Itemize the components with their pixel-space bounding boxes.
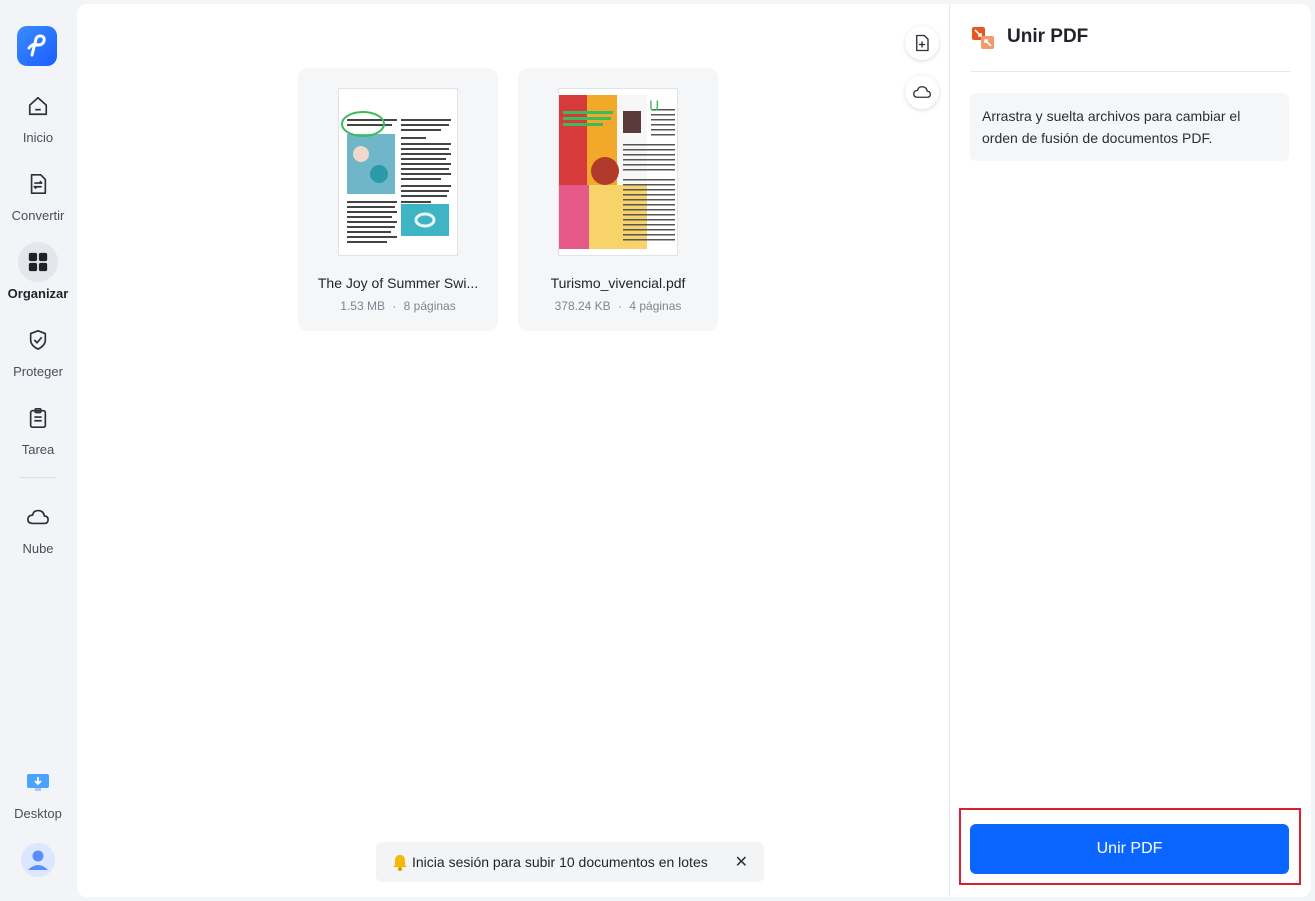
close-icon[interactable]: ✕ bbox=[735, 852, 748, 872]
shield-icon bbox=[18, 320, 58, 360]
file-card[interactable]: The Joy of Summer Swi... 1.53 MB · 8 pág… bbox=[298, 68, 498, 331]
sidebar-divider bbox=[20, 477, 56, 478]
file-pages: 8 páginas bbox=[403, 299, 456, 313]
convert-icon bbox=[18, 164, 58, 204]
merge-pdf-button[interactable]: Unir PDF bbox=[970, 824, 1289, 874]
sidebar-item-inicio[interactable]: Inicio bbox=[0, 86, 76, 145]
sidebar-item-label: Inicio bbox=[22, 130, 54, 145]
sidebar-item-tarea[interactable]: Tarea bbox=[0, 398, 76, 457]
panel-header: Unir PDF bbox=[971, 24, 1291, 72]
file-meta: 378.24 KB · 4 páginas bbox=[518, 299, 718, 313]
meta-separator: · bbox=[618, 299, 622, 313]
file-area: The Joy of Summer Swi... 1.53 MB · 8 pág… bbox=[77, 4, 949, 897]
sidebar-item-desktop[interactable]: Desktop bbox=[0, 762, 76, 821]
sidebar-item-label: Tarea bbox=[21, 442, 55, 457]
bell-icon bbox=[392, 854, 408, 871]
sidebar-item-label: Proteger bbox=[13, 364, 63, 379]
sidebar: Inicio Convertir Organizar Proteger Tare… bbox=[0, 0, 76, 901]
sidebar-item-label: Desktop bbox=[14, 806, 62, 821]
cloud-icon bbox=[18, 497, 58, 537]
file-thumbnail bbox=[338, 88, 458, 256]
toast-text: Inicia sesión para subir 10 documentos e… bbox=[412, 854, 708, 870]
user-avatar[interactable] bbox=[0, 840, 76, 880]
merge-panel: Unir PDF Arrastra y suelta archivos para… bbox=[949, 4, 1311, 897]
file-pages: 4 páginas bbox=[629, 299, 682, 313]
cloud-upload-button[interactable] bbox=[905, 75, 939, 109]
sidebar-item-proteger[interactable]: Proteger bbox=[0, 320, 76, 379]
cloud-icon bbox=[912, 83, 932, 101]
file-thumbnail: U bbox=[558, 88, 678, 256]
meta-separator: · bbox=[392, 299, 397, 313]
sidebar-item-label: Nube bbox=[22, 541, 54, 556]
desktop-icon bbox=[18, 762, 58, 802]
sidebar-item-organizar[interactable]: Organizar bbox=[0, 242, 76, 301]
sidebar-item-label: Convertir bbox=[11, 208, 65, 223]
file-size: 378.24 KB bbox=[554, 299, 611, 313]
add-file-button[interactable] bbox=[905, 26, 939, 60]
logo-icon bbox=[27, 34, 46, 57]
sidebar-item-label: Organizar bbox=[7, 286, 69, 301]
file-card[interactable]: U Turismo_vivencial.pdf 378.24 KB · 4 pá… bbox=[518, 68, 718, 331]
file-name: Turismo_vivencial.pdf bbox=[550, 275, 686, 291]
file-meta: 1.53 MB · 8 páginas bbox=[298, 299, 498, 313]
sidebar-item-convertir[interactable]: Convertir bbox=[0, 164, 76, 223]
main-panel: The Joy of Summer Swi... 1.53 MB · 8 pág… bbox=[77, 4, 1311, 897]
file-size: 1.53 MB bbox=[340, 299, 385, 313]
home-icon bbox=[18, 86, 58, 126]
file-name: The Joy of Summer Swi... bbox=[317, 275, 479, 291]
merge-instructions: Arrastra y suelta archivos para cambiar … bbox=[970, 93, 1289, 161]
app-logo[interactable] bbox=[17, 26, 57, 66]
clipboard-icon bbox=[18, 398, 58, 438]
svg-text:U: U bbox=[649, 99, 659, 115]
merge-pdf-icon bbox=[971, 26, 995, 50]
sidebar-item-nube[interactable]: Nube bbox=[0, 497, 76, 556]
add-file-icon bbox=[913, 34, 931, 52]
login-notice-toast: Inicia sesión para subir 10 documentos e… bbox=[376, 842, 764, 882]
panel-title: Unir PDF bbox=[1007, 26, 1089, 47]
grid-icon bbox=[18, 242, 58, 282]
avatar-icon bbox=[18, 840, 58, 880]
